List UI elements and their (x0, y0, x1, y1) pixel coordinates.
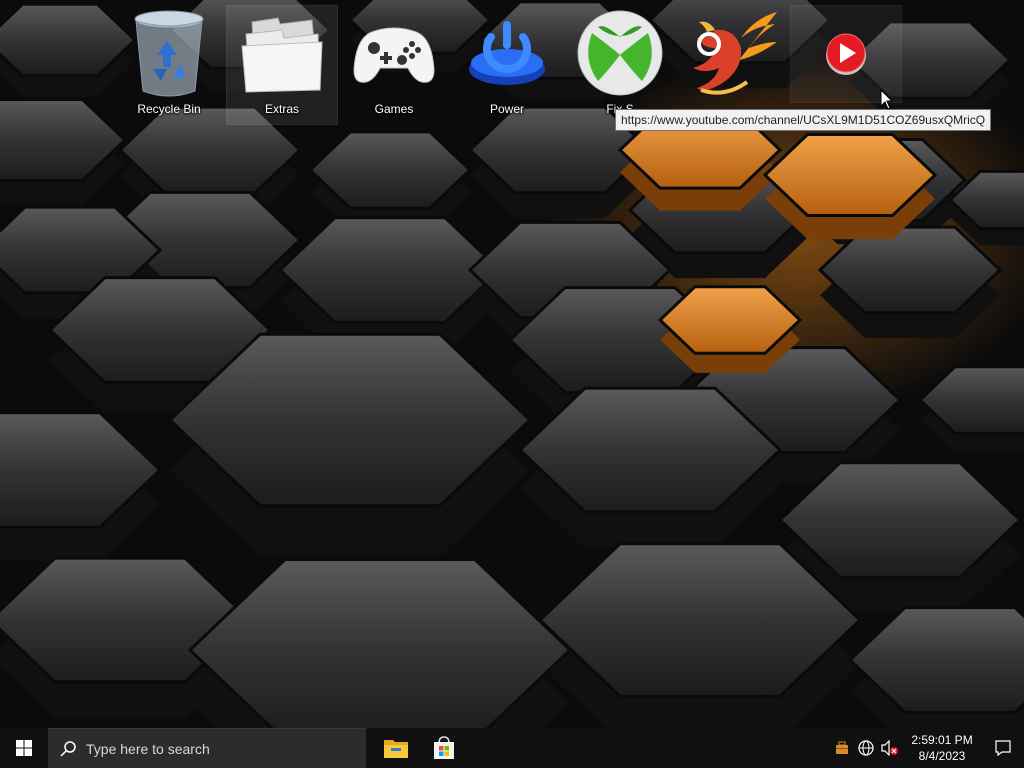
recycle-bin-icon (121, 6, 217, 100)
phoenix-icon (685, 6, 781, 100)
desktop-icon-label: Power (489, 102, 524, 116)
windows-logo-icon (16, 740, 32, 756)
desktop[interactable]: Recycle Bin Extras Games Power https://w… (0, 0, 1024, 728)
clock-time: 2:59:01 PM (911, 733, 973, 747)
desktop-icon-youtube[interactable] (790, 5, 902, 103)
system-tray: 2:59:01 PM 8/4/2023 (830, 728, 1024, 768)
start-button[interactable] (0, 728, 48, 768)
mouse-cursor-icon (880, 89, 894, 110)
action-center-button[interactable] (982, 728, 1024, 768)
tray-briefcase[interactable] (830, 728, 854, 768)
search-box[interactable]: Type here to search (48, 728, 366, 768)
taskbar-microsoft-store[interactable] (420, 728, 468, 768)
search-icon (60, 740, 76, 757)
desktop-icon-power[interactable]: Power (452, 6, 562, 124)
desktop-icon-extras[interactable]: Extras (226, 5, 338, 125)
tray-network[interactable] (854, 728, 878, 768)
youtube-play-icon (798, 6, 894, 100)
volume-muted-icon (881, 740, 898, 756)
desktop-icon-label: Recycle Bin (137, 102, 201, 116)
folder-icon (234, 6, 330, 100)
file-explorer-icon (384, 740, 408, 758)
search-placeholder: Type here to search (86, 740, 210, 757)
url-tooltip: https://www.youtube.com/channel/UCsXL9M1… (615, 109, 992, 131)
store-icon (434, 736, 454, 759)
desktop-icon-label: Extras (264, 102, 299, 116)
xbox-icon (572, 6, 668, 100)
clock-date: 8/4/2023 (918, 749, 966, 763)
taskbar-clock[interactable]: 2:59:01 PM 8/4/2023 (906, 732, 978, 764)
network-globe-icon (858, 740, 874, 756)
tray-volume[interactable] (878, 728, 902, 768)
desktop-icon-phoenix[interactable] (678, 6, 788, 124)
power-icon (459, 6, 555, 100)
briefcase-icon (836, 741, 848, 754)
desktop-icon-recycle-bin[interactable]: Recycle Bin (114, 6, 224, 124)
taskbar: Type here to search 2:59:01 PM 8/4/2023 (0, 728, 1024, 768)
notification-icon (995, 740, 1011, 756)
desktop-icon-label: Games (374, 102, 414, 116)
desktop-icon-games[interactable]: Games (339, 6, 449, 124)
game-controller-icon (346, 6, 442, 100)
desktop-icon-fix[interactable]: Fix S (565, 6, 675, 124)
taskbar-file-explorer[interactable] (372, 728, 420, 768)
